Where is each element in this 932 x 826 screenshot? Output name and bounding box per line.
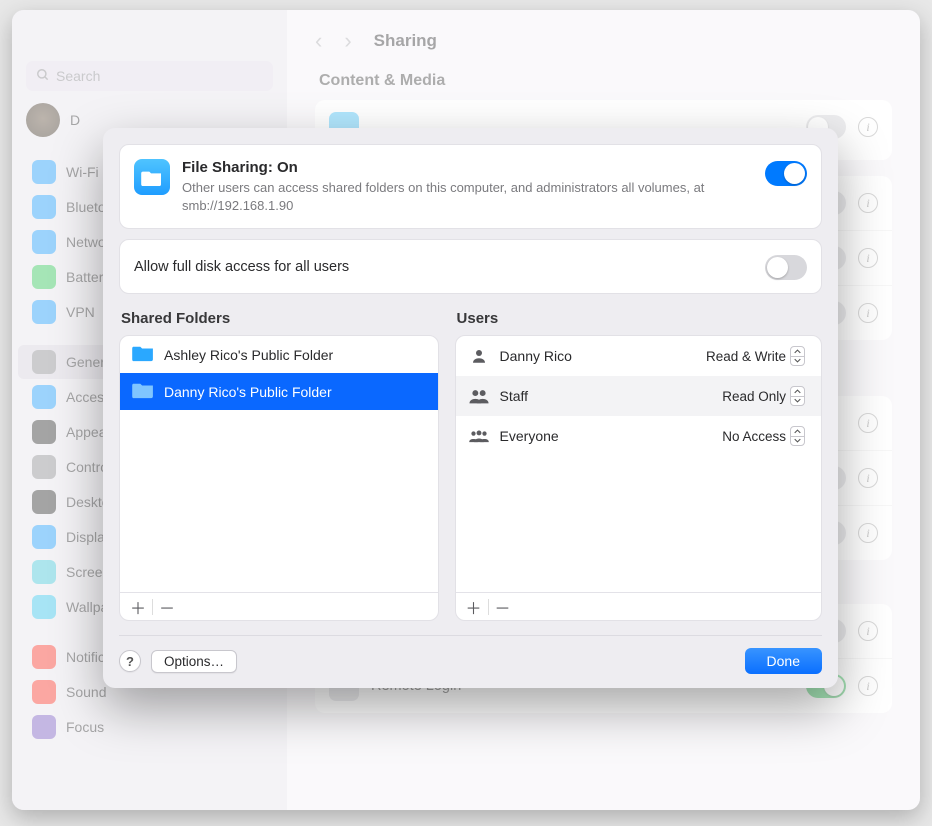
file-sharing-sheet: File Sharing: On Other users can access … <box>103 128 838 688</box>
shared-folders-footer: ＋ － <box>120 592 438 620</box>
full-disk-access-row: Allow full disk access for all users <box>119 239 822 294</box>
users-header: Users <box>457 310 820 327</box>
folder-icon <box>132 381 154 402</box>
permission-label: No Access <box>722 429 786 444</box>
remove-user-button[interactable]: － <box>491 596 515 618</box>
user-name: Danny Rico <box>500 348 692 364</box>
permission-select[interactable]: No Access <box>718 424 809 448</box>
file-sharing-toggle[interactable] <box>765 161 807 186</box>
user-item[interactable]: Staff Read Only <box>456 376 821 416</box>
permission-select[interactable]: Read & Write <box>702 344 809 368</box>
shared-folders-header: Shared Folders <box>121 310 437 327</box>
permission-stepper[interactable] <box>790 346 805 366</box>
user-name: Everyone <box>500 428 709 444</box>
file-sharing-icon <box>134 159 170 195</box>
shared-folders-list: Ashley Rico's Public Folder Danny Rico's … <box>119 335 439 621</box>
sharing-lists: Shared Folders Ashley Rico's Public Fold… <box>119 310 822 621</box>
users-list: Danny Rico Read & Write Staff Read Only Ever… <box>455 335 822 621</box>
folder-name: Ashley Rico's Public Folder <box>164 347 333 363</box>
users-column: Users Danny Rico Read & Write Staff Read On… <box>455 310 822 621</box>
file-sharing-title: File Sharing: On <box>182 159 753 176</box>
permission-select[interactable]: Read Only <box>718 384 809 408</box>
user-item[interactable]: Everyone No Access <box>456 416 821 456</box>
file-sharing-header: File Sharing: On Other users can access … <box>119 144 822 229</box>
add-user-button[interactable]: ＋ <box>462 596 486 618</box>
permission-label: Read & Write <box>706 349 786 364</box>
user-icon <box>468 427 490 445</box>
full-disk-access-toggle[interactable] <box>765 255 807 280</box>
permission-stepper[interactable] <box>790 386 805 406</box>
file-sharing-description: Other users can access shared folders on… <box>182 179 753 214</box>
permission-stepper[interactable] <box>790 426 805 446</box>
help-button[interactable]: ? <box>119 650 141 672</box>
permission-label: Read Only <box>722 389 786 404</box>
options-button[interactable]: Options… <box>151 650 237 673</box>
shared-folders-column: Shared Folders Ashley Rico's Public Fold… <box>119 310 439 621</box>
user-icon <box>468 387 490 405</box>
user-item[interactable]: Danny Rico Read & Write <box>456 336 821 376</box>
users-footer: ＋ － <box>456 592 821 620</box>
user-icon <box>468 347 490 365</box>
add-folder-button[interactable]: ＋ <box>126 596 150 618</box>
full-disk-access-label: Allow full disk access for all users <box>134 259 765 275</box>
sheet-footer: ? Options… Done <box>119 635 822 674</box>
folder-name: Danny Rico's Public Folder <box>164 384 332 400</box>
shared-folder-item[interactable]: Ashley Rico's Public Folder <box>120 336 438 373</box>
file-sharing-text: File Sharing: On Other users can access … <box>182 159 753 214</box>
remove-folder-button[interactable]: － <box>155 596 179 618</box>
done-button[interactable]: Done <box>745 648 822 674</box>
user-name: Staff <box>500 388 709 404</box>
folder-icon <box>132 344 154 365</box>
shared-folder-item[interactable]: Danny Rico's Public Folder <box>120 373 438 410</box>
